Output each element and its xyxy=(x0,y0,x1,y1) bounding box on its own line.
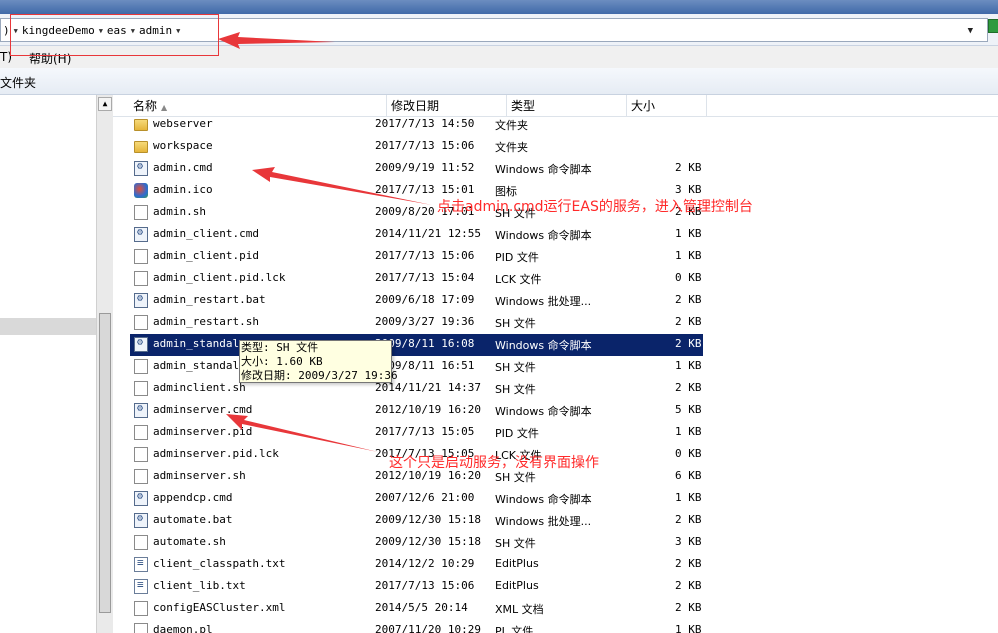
annotation-admin-cmd-note: 点击admin.cmd运行EAS的服务，进入管理控制台 xyxy=(437,199,753,215)
annotation-arrow-address xyxy=(218,32,335,49)
annotation-arrow-adminserver xyxy=(226,414,378,452)
annotation-arrows xyxy=(218,32,432,452)
annotation-arrow-admin-cmd xyxy=(252,167,432,205)
annotation-adminserver-note: 这个只是启动服务，没有界面操作 xyxy=(389,455,599,471)
